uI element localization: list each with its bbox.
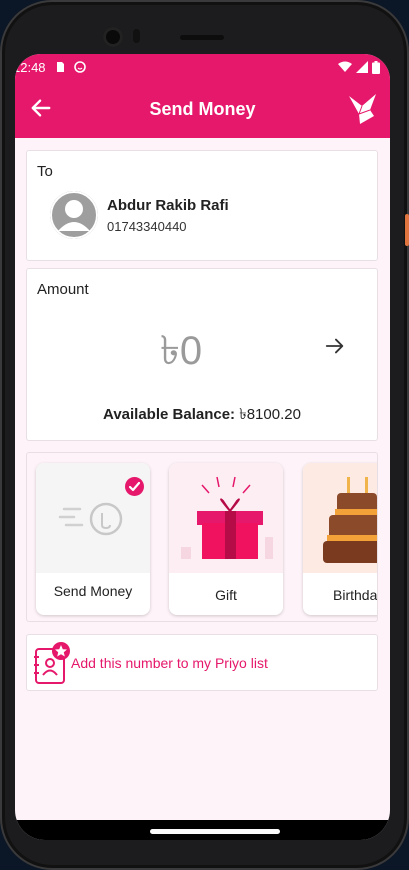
amount-label: Amount bbox=[37, 281, 89, 298]
status-bar: 12:48 bbox=[15, 54, 390, 80]
amount-card: Amount ৳0 Available Balance: ৳8100.20 bbox=[26, 268, 378, 441]
home-indicator[interactable] bbox=[150, 829, 280, 834]
available-balance: Available Balance: ৳8100.20 bbox=[27, 403, 377, 428]
app-bar: Send Money bbox=[15, 80, 390, 138]
type-label-send-money: Send Money bbox=[53, 583, 133, 599]
app-screen: 12:48 Send Money To Abdur Rakib Rafi 017… bbox=[15, 54, 390, 840]
gift-box-illustration-icon bbox=[169, 463, 283, 573]
recipient-card: To Abdur Rakib Rafi 01743340440 bbox=[26, 150, 378, 261]
paper-bird-logo-icon bbox=[349, 94, 376, 124]
app-notification-icon bbox=[73, 61, 86, 73]
add-priyo-label: Add this number to my Priyo list bbox=[71, 655, 268, 671]
earpiece-speaker bbox=[180, 35, 224, 40]
type-label-birthday: Birthda bbox=[333, 587, 378, 603]
selected-check-icon bbox=[125, 477, 144, 496]
sd-card-icon bbox=[56, 62, 64, 72]
volume-button[interactable] bbox=[405, 214, 409, 246]
wifi-icon bbox=[338, 61, 352, 72]
proximity-sensor bbox=[133, 29, 140, 43]
balance-label: Available Balance: bbox=[103, 406, 236, 423]
battery-icon bbox=[372, 60, 380, 74]
arrow-left-icon[interactable] bbox=[30, 97, 52, 119]
birthday-cake-illustration-icon bbox=[303, 463, 377, 573]
transfer-type-carousel[interactable]: Send Money Gift Birthda bbox=[26, 452, 378, 622]
arrow-right-icon[interactable] bbox=[324, 335, 346, 357]
amount-input[interactable]: ৳0 bbox=[160, 319, 202, 386]
page-title: Send Money bbox=[149, 98, 256, 119]
user-avatar-icon bbox=[50, 191, 98, 239]
type-tile-gift[interactable]: Gift bbox=[169, 463, 283, 615]
type-tile-send-money[interactable]: Send Money bbox=[36, 463, 150, 615]
status-icons bbox=[338, 60, 380, 74]
contact-book-star-icon bbox=[34, 642, 70, 684]
add-priyo-button[interactable]: Add this number to my Priyo list bbox=[26, 634, 378, 691]
contact-number: 01743340440 bbox=[107, 219, 187, 234]
front-camera bbox=[103, 27, 123, 47]
signal-icon bbox=[356, 61, 368, 73]
balance-value: ৳8100.20 bbox=[239, 406, 301, 423]
avatar bbox=[50, 191, 98, 239]
type-tile-birthday[interactable]: Birthda bbox=[303, 463, 378, 615]
type-label-gift: Gift bbox=[215, 587, 237, 603]
contact-name: Abdur Rakib Rafi bbox=[107, 197, 229, 214]
to-label: To bbox=[37, 163, 53, 180]
